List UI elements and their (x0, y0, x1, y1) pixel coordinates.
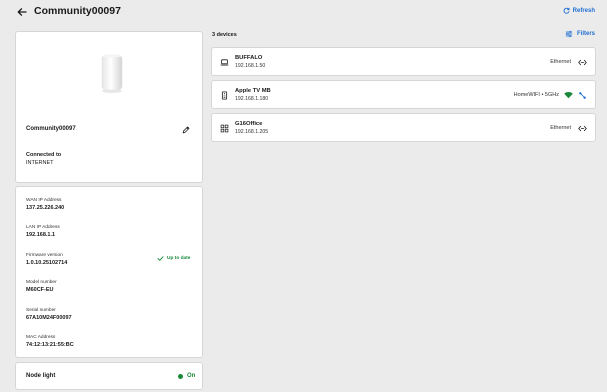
node-name: Community00097 (26, 126, 76, 132)
mac-row: MAC Address 74:12:13:21:55:BC (26, 334, 74, 349)
checkmark-icon (157, 256, 164, 261)
device-ip: 192.168.1.180 (235, 96, 269, 102)
node-light-label: Node light (26, 373, 56, 379)
device-connection: HomeWIFI • 5GHz (513, 92, 559, 98)
connected-to-label: Connected to (26, 152, 62, 158)
model-label: Model number (26, 280, 57, 285)
node-light-card: Node light On (15, 362, 203, 390)
firmware-label: Firmware version (26, 253, 63, 258)
lan-ip-row: LAN IP Address 192.168.1.1 (26, 224, 60, 239)
mac-label: MAC Address (26, 335, 56, 340)
mac-value: 74:12:13:21:55:BC (26, 342, 74, 348)
lan-ip-value: 192.168.1.1 (26, 232, 56, 238)
device-row-g16office[interactable]: G16Office 192.168.1.205 Ethernet (211, 113, 596, 142)
filters-button[interactable]: Filters (565, 30, 595, 38)
device-name: G16Office (235, 121, 263, 127)
tv-device-icon (219, 90, 229, 100)
filters-label: Filters (576, 31, 595, 37)
wan-ip-value: 137.25.226.240 (26, 205, 65, 211)
serial-value: 67A10M24F00097 (26, 315, 72, 321)
wan-ip-label: WAN IP Address (26, 198, 62, 203)
device-row-buffalo[interactable]: BUFFALO 192.168.1.50 Ethernet (211, 47, 596, 76)
device-name: BUFFALO (235, 55, 263, 61)
connected-to-value: INTERNET (26, 160, 54, 166)
device-connection: Ethernet (550, 125, 571, 131)
sliders-icon (565, 30, 573, 38)
firmware-status-label: Up to date (167, 256, 191, 261)
edit-name-button[interactable] (180, 124, 192, 136)
wifi-signal-icon (563, 90, 573, 100)
ethernet-icon (577, 57, 587, 67)
refresh-button[interactable]: Refresh (563, 7, 595, 14)
node-light-status: On (187, 373, 196, 379)
refresh-label: Refresh (572, 7, 595, 14)
devices-count: 3 devices (212, 32, 237, 38)
firmware-status: Up to date (157, 255, 190, 262)
device-name: Apple TV MB (235, 88, 271, 94)
model-row: Model number M60CF-EU (26, 279, 57, 294)
node-details-card: WAN IP Address 137.25.226.240 LAN IP Add… (15, 186, 203, 358)
ethernet-icon (577, 123, 587, 133)
pencil-icon (182, 126, 190, 134)
grid-device-icon (219, 123, 229, 133)
status-dot-icon (178, 373, 183, 379)
arrow-left-icon (17, 8, 27, 16)
page-title: Community00097 (34, 5, 121, 17)
node-card: Community00097 Connected to INTERNET (15, 31, 203, 183)
serial-label: Serial number (26, 308, 56, 313)
refresh-icon (563, 7, 570, 14)
device-ip: 192.168.1.205 (235, 129, 269, 135)
mesh-link-icon (577, 90, 587, 100)
back-button[interactable] (14, 4, 30, 20)
lan-ip-label: LAN IP Address (26, 225, 60, 230)
device-row-apple-tv[interactable]: Apple TV MB 192.168.1.180 HomeWIFI • 5GH… (211, 80, 596, 109)
model-value: M60CF-EU (26, 287, 54, 293)
device-connection: Ethernet (550, 59, 571, 65)
device-ip: 192.168.1.50 (235, 63, 266, 69)
node-light-toggle[interactable]: On (178, 373, 195, 379)
firmware-row: Firmware version 1.0.10.25102714 (26, 252, 67, 267)
firmware-value: 1.0.10.25102714 (26, 260, 68, 266)
serial-row: Serial number 67A10M24F00097 (26, 307, 72, 322)
wan-ip-row: WAN IP Address 137.25.226.240 (26, 197, 64, 212)
router-node-image (101, 54, 123, 93)
laptop-icon (219, 57, 229, 67)
header: Community00097 Refresh (0, 0, 607, 24)
